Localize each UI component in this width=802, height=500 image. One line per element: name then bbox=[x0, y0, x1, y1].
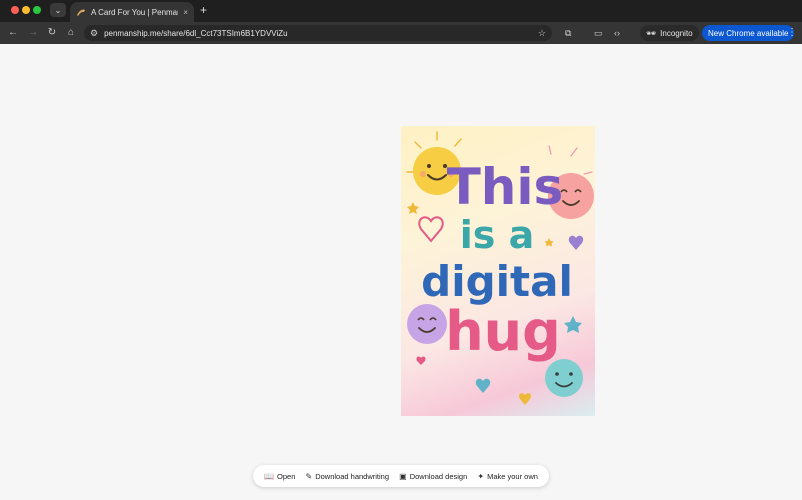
update-label: New Chrome available bbox=[708, 28, 789, 38]
browser-toolbar: ← → ↻ ⌂ ⚙ penmanship.me/share/6dl_Cct73T… bbox=[0, 22, 802, 44]
open-label: Open bbox=[277, 471, 296, 481]
site-info-icon[interactable]: ⚙ bbox=[90, 28, 98, 39]
headline-word-this: This bbox=[447, 158, 564, 216]
devtools-code-icon[interactable]: ‹› bbox=[614, 27, 620, 39]
sparkle-icon: ✦ bbox=[477, 471, 485, 481]
media-icon[interactable]: ▭ bbox=[594, 27, 603, 39]
bookmark-star-icon[interactable]: ☆ bbox=[538, 28, 546, 39]
new-chrome-available-button[interactable]: New Chrome available bbox=[702, 25, 795, 41]
forward-arrow-icon[interactable]: → bbox=[27, 27, 39, 39]
download-handwriting-button[interactable]: ✎ Download handwriting bbox=[306, 472, 390, 481]
pen-icon: ✎ bbox=[305, 471, 313, 481]
home-icon[interactable]: ⌂ bbox=[65, 27, 77, 39]
incognito-icon: 🕶 bbox=[646, 28, 657, 38]
tab-close-icon[interactable]: × bbox=[183, 8, 188, 17]
tab-title: A Card For You | Penmanship bbox=[91, 7, 178, 17]
image-icon: ▣ bbox=[399, 471, 407, 481]
card-action-bar: 📖 Open ✎ Download handwriting ▣ Download… bbox=[253, 465, 549, 487]
penmanship-favicon-icon bbox=[77, 9, 85, 16]
headline-word-digital: digital bbox=[421, 257, 573, 306]
greeting-card-image: This is a digital hug bbox=[401, 126, 595, 416]
reload-icon[interactable]: ↻ bbox=[46, 27, 58, 39]
headline-word-hug: hug bbox=[445, 300, 561, 363]
headline-word-is-a: is a bbox=[460, 213, 535, 257]
browser-tabstrip: ⌄ A Card For You | Penmanship × + bbox=[0, 0, 802, 22]
maximize-window-button[interactable] bbox=[33, 6, 41, 14]
book-icon: 📖 bbox=[264, 471, 275, 481]
tab-search-button[interactable]: ⌄ bbox=[50, 3, 66, 17]
make-your-own-button[interactable]: ✦ Make your own bbox=[477, 472, 538, 481]
address-bar[interactable]: ⚙ penmanship.me/share/6dl_Cct73TSIm6B1YD… bbox=[84, 25, 552, 41]
more-menu-icon[interactable]: ⋮ bbox=[787, 27, 797, 39]
incognito-label: Incognito bbox=[660, 28, 693, 38]
download-design-label: Download design bbox=[409, 471, 468, 481]
new-tab-button[interactable]: + bbox=[200, 3, 207, 17]
card-illustration: This is a digital hug bbox=[406, 131, 594, 405]
minimize-window-button[interactable] bbox=[22, 6, 30, 14]
download-handwriting-label: Download handwriting bbox=[315, 471, 390, 481]
page-viewport: This is a digital hug 📖 Open ✎ Download … bbox=[0, 44, 802, 500]
active-tab[interactable]: A Card For You | Penmanship × bbox=[70, 2, 194, 22]
lavender-smiley-icon bbox=[407, 304, 447, 344]
incognito-indicator[interactable]: 🕶 Incognito bbox=[640, 25, 699, 41]
make-your-own-label: Make your own bbox=[487, 471, 538, 481]
url-text[interactable]: penmanship.me/share/6dl_Cct73TSIm6B1YDVV… bbox=[104, 29, 532, 38]
close-window-button[interactable] bbox=[11, 6, 19, 14]
open-button[interactable]: 📖 Open bbox=[264, 472, 295, 481]
back-arrow-icon[interactable]: ← bbox=[7, 27, 19, 39]
aqua-smiley-icon bbox=[545, 359, 583, 397]
download-design-button[interactable]: ▣ Download design bbox=[399, 472, 467, 481]
extensions-icon[interactable]: ⧉ bbox=[565, 27, 571, 39]
